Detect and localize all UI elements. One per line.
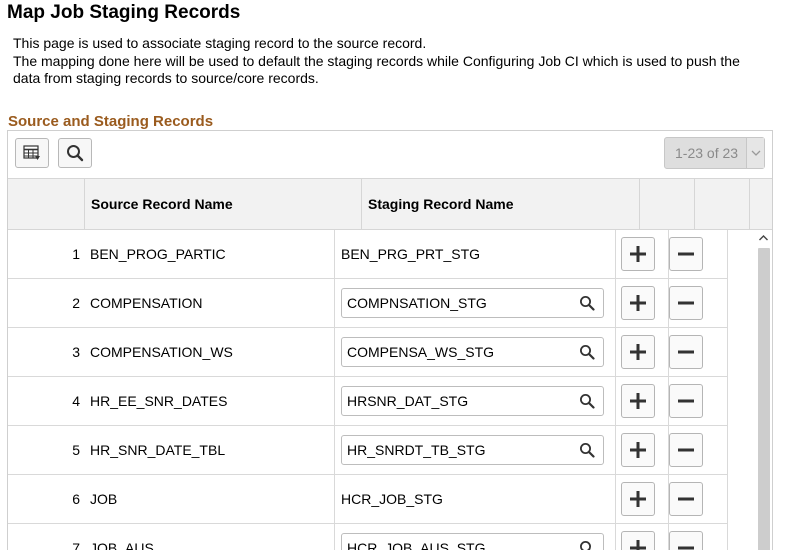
description-line: data from staging records to source/core… [13, 70, 319, 86]
description-line: This page is used to associate staging r… [13, 35, 427, 51]
delete-row-button[interactable] [669, 433, 703, 467]
plus-icon [630, 246, 646, 262]
staging-record-value: HR_SNRDT_TB_STG [347, 442, 486, 458]
header-staging-cell: Staging Record Name [362, 179, 640, 229]
plus-icon [630, 344, 646, 360]
add-row-button[interactable] [621, 433, 655, 467]
page-title: Map Job Staging Records [7, 2, 241, 23]
staging-record-input[interactable]: HCR_JOB_AUS_STG [341, 533, 604, 550]
staging-column-header: Staging Record Name [368, 196, 514, 212]
row-number: 6 [72, 491, 80, 507]
staging-record-value: COMPENSA_WS_STG [347, 344, 495, 360]
grid-personalize-icon [23, 145, 40, 160]
source-record-name: HR_SNR_DATE_TBL [90, 442, 226, 458]
table-row: 7 JOB_AUS HCR_JOB_AUS_STG [8, 524, 728, 550]
table-row: 1 BEN_PROG_PARTIC BEN_PRG_PRT_STG [8, 230, 728, 279]
pager-text: 1-23 of 23 [675, 145, 739, 161]
grid-body: 1 BEN_PROG_PARTIC BEN_PRG_PRT_STG 2 COMP… [8, 230, 772, 550]
header-scroll-cell [750, 179, 772, 229]
row-number: 5 [72, 442, 80, 458]
table-row: 5 HR_SNR_DATE_TBL HR_SNRDT_TB_STG [8, 426, 728, 475]
staging-record-input[interactable]: COMPENSA_WS_STG [341, 337, 604, 367]
minus-icon [678, 497, 694, 501]
source-record-name: BEN_PROG_PARTIC [90, 246, 226, 262]
staging-record-input[interactable]: HRSNR_DAT_STG [341, 386, 604, 416]
delete-row-button[interactable] [669, 286, 703, 320]
staging-record-input[interactable]: HR_SNRDT_TB_STG [341, 435, 604, 465]
table-row: 6 JOB HCR_JOB_STG [8, 475, 728, 524]
delete-row-button[interactable] [669, 384, 703, 418]
staging-record-input[interactable]: COMPNSATION_STG [341, 288, 604, 318]
source-record-name: HR_EE_SNR_DATES [90, 393, 228, 409]
grid-scrollbar[interactable] [754, 230, 772, 550]
add-row-button[interactable] [621, 237, 655, 271]
delete-row-button[interactable] [669, 237, 703, 271]
add-row-button[interactable] [621, 286, 655, 320]
minus-icon [678, 252, 694, 256]
find-button[interactable] [58, 138, 92, 168]
plus-icon [630, 295, 646, 311]
lookup-search-icon[interactable] [579, 295, 595, 311]
grid-toolbar: 1-23 of 23 [8, 131, 772, 178]
source-record-name: JOB_AUS [90, 540, 154, 550]
staging-record-name: HCR_JOB_STG [341, 491, 443, 507]
source-record-name: JOB [90, 491, 118, 507]
lookup-search-icon[interactable] [579, 344, 595, 360]
staging-record-value: HRSNR_DAT_STG [347, 393, 469, 409]
header-add-cell [640, 179, 695, 229]
add-row-button[interactable] [621, 482, 655, 516]
delete-row-button[interactable] [669, 482, 703, 516]
staging-record-value: HCR_JOB_AUS_STG [347, 540, 486, 550]
chevron-up-icon[interactable] [758, 233, 769, 243]
table-row: 2 COMPENSATION COMPNSATION_STG [8, 279, 728, 328]
section-title: Source and Staging Records [8, 113, 214, 130]
add-row-button[interactable] [621, 384, 655, 418]
grid-header-row: Source Record Name Staging Record Name [8, 178, 772, 230]
source-column-header: Source Record Name [91, 196, 233, 212]
header-delete-cell [695, 179, 750, 229]
scrollbar-thumb[interactable] [758, 248, 770, 550]
plus-icon [630, 442, 646, 458]
staging-record-value: COMPNSATION_STG [347, 295, 487, 311]
table-row: 4 HR_EE_SNR_DATES HRSNR_DAT_STG [8, 377, 728, 426]
add-row-button[interactable] [621, 531, 655, 550]
lookup-search-icon[interactable] [579, 442, 595, 458]
row-number: 4 [72, 393, 80, 409]
table-row: 3 COMPENSATION_WS COMPENSA_WS_STG [8, 328, 728, 377]
source-record-name: COMPENSATION [90, 295, 203, 311]
delete-row-button[interactable] [669, 531, 703, 550]
source-record-name: COMPENSATION_WS [90, 344, 233, 360]
minus-icon [678, 301, 694, 305]
staging-record-name: BEN_PRG_PRT_STG [341, 246, 481, 262]
row-number: 3 [72, 344, 80, 360]
personalize-grid-button[interactable] [15, 138, 49, 168]
search-icon [67, 145, 84, 162]
plus-icon [630, 540, 646, 550]
description-line: The mapping done here will be used to de… [13, 52, 740, 69]
row-number: 1 [72, 246, 80, 262]
plus-icon [630, 491, 646, 507]
row-number: 7 [72, 540, 80, 550]
plus-icon [630, 393, 646, 409]
add-row-button[interactable] [621, 335, 655, 369]
page-description: This page is used to associate staging r… [13, 35, 783, 88]
row-number: 2 [72, 295, 80, 311]
lookup-search-icon[interactable] [579, 540, 595, 550]
header-source-cell: Source Record Name [85, 179, 362, 229]
minus-icon [678, 350, 694, 354]
delete-row-button[interactable] [669, 335, 703, 369]
chevron-down-icon[interactable] [746, 138, 764, 168]
records-grid: 1-23 of 23 Source Record Name Staging Re… [7, 130, 773, 550]
lookup-search-icon[interactable] [579, 393, 595, 409]
minus-icon [678, 546, 694, 550]
header-rownum-cell [8, 179, 85, 229]
row-pager[interactable]: 1-23 of 23 [664, 137, 765, 169]
minus-icon [678, 399, 694, 403]
minus-icon [678, 448, 694, 452]
